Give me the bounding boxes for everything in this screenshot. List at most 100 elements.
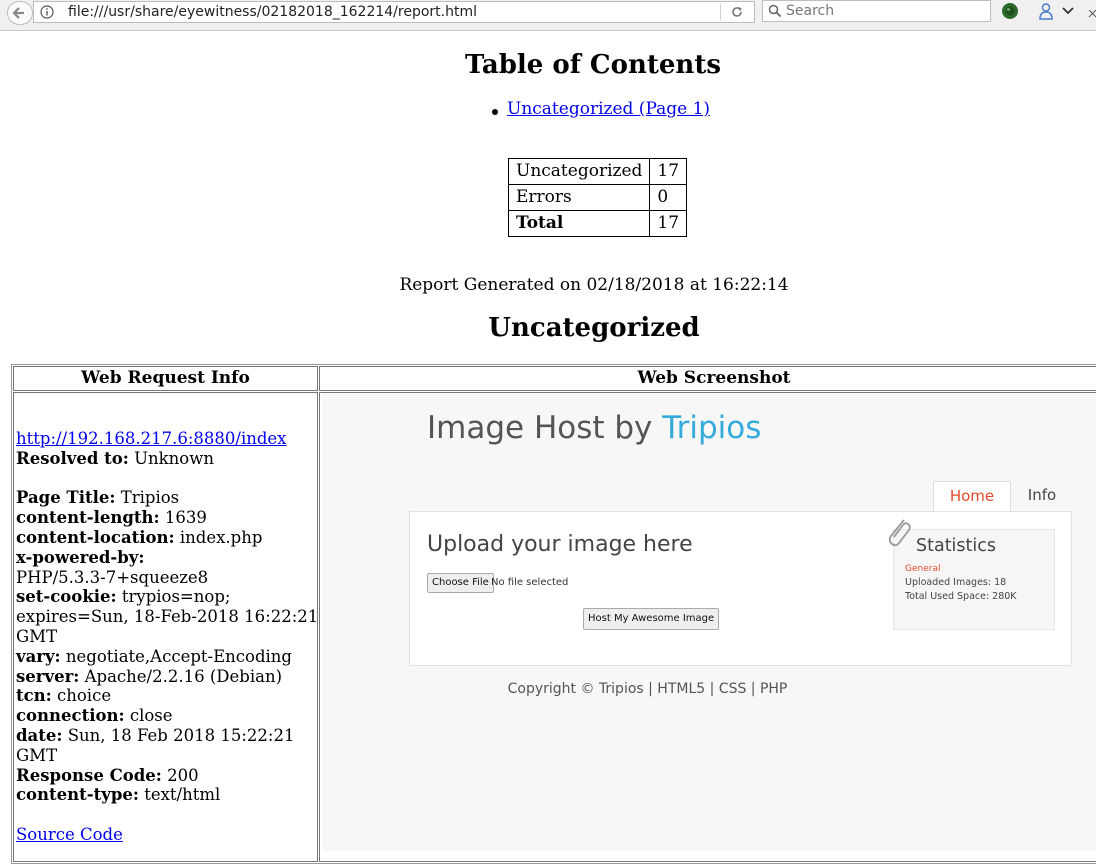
column-header-request-info: Web Request Info: [13, 366, 318, 391]
header-line: tcn: choice: [16, 686, 316, 706]
summary-row: Errors 0: [507, 184, 688, 211]
no-file-label: No file selected: [491, 577, 569, 588]
column-header-screenshot: Web Screenshot: [319, 366, 1096, 391]
header-value: 200: [161, 765, 199, 785]
statistics-uploaded: Uploaded Images: 18: [905, 577, 1007, 588]
search-bar[interactable]: Search: [762, 0, 991, 22]
header-line: x-powered-by:: [16, 548, 316, 568]
summary-row: Uncategorized 17: [507, 158, 688, 185]
header-value: 1639: [159, 508, 207, 528]
resize-grip-icon: [1088, 10, 1096, 18]
header-key: x-powered-by:: [16, 547, 145, 567]
statistics-general: General: [905, 564, 941, 574]
upload-panel: Upload your image here Choose File No fi…: [409, 511, 1072, 666]
header-key: content-location:: [16, 527, 175, 547]
header-value: GMT: [16, 626, 58, 646]
source-code-link[interactable]: Source Code: [16, 825, 123, 844]
summary-label: Uncategorized: [507, 158, 651, 185]
copyright-text: Copyright © Tripios | HTML5 | CSS | PHP: [507, 681, 788, 697]
choose-file-button: Choose File: [427, 573, 494, 593]
header-value: PHP/5.3.3-7+squeeze8: [16, 567, 209, 587]
header-line: Response Code: 200: [16, 766, 316, 786]
header-key: content-length:: [16, 508, 160, 528]
header-value: Tripios: [115, 488, 180, 508]
back-arrow-icon: [12, 7, 24, 19]
site-title-brand: Tripios: [662, 410, 762, 446]
header-line: expires=Sun, 18-Feb-2018 16:22:21: [16, 607, 319, 627]
header-line: content-location: index.php: [16, 528, 316, 548]
header-line: content-type: text/html: [16, 785, 316, 805]
target-url-link[interactable]: http://192.168.217.6:8880/index: [16, 429, 287, 448]
summary-value: 0: [649, 184, 688, 211]
header-value: index.php: [174, 527, 263, 547]
summary-label: Total: [507, 210, 651, 237]
search-icon: [768, 4, 782, 18]
tab-home: Home: [933, 481, 1011, 511]
header-value: text/html: [138, 785, 221, 805]
header-key: Resolved to:: [16, 448, 129, 468]
header-line: vary: negotiate,Accept-Encoding: [16, 647, 316, 667]
statistics-title: Statistics: [916, 536, 996, 556]
header-key: content-type:: [16, 785, 139, 805]
header-value: close: [124, 706, 173, 726]
section-heading: Uncategorized: [488, 313, 700, 343]
summary-table: Uncategorized 17 Errors 0 Total 17: [507, 158, 688, 237]
header-line: connection: close: [16, 706, 316, 726]
summary-value: 17: [649, 158, 688, 185]
header-value: choice: [51, 686, 112, 706]
report-generated-text: Report Generated on 02/18/2018 at 16:22:…: [399, 275, 789, 295]
header-key: set-cookie:: [16, 587, 117, 607]
header-line: GMT: [16, 746, 316, 766]
chevron-down-icon[interactable]: [1061, 4, 1075, 18]
tab-info: Info: [1027, 486, 1057, 504]
summary-row: Total 17: [507, 210, 688, 237]
header-key: connection:: [16, 706, 125, 726]
upload-heading: Upload your image here: [427, 532, 693, 557]
info-icon[interactable]: [40, 5, 54, 19]
header-line: Resolved to: Unknown: [16, 449, 316, 469]
statistics-box: Statistics General Uploaded Images: 18 T…: [893, 529, 1055, 630]
host-image-button: Host My Awesome Image: [583, 608, 720, 630]
toc-heading: Table of Contents: [465, 50, 721, 80]
paperclip-icon: [888, 519, 911, 547]
address-separator: [720, 4, 721, 20]
reload-icon[interactable]: [730, 5, 744, 19]
back-button[interactable]: [7, 1, 33, 25]
header-key: tcn:: [16, 686, 52, 706]
header-line: [16, 469, 316, 489]
header-value: Sun, 18 Feb 2018 15:22:21: [62, 725, 295, 745]
web-screenshot: Image Host by Tripios Home Info Upload y…: [322, 394, 1096, 851]
list-bullet: [492, 109, 498, 115]
header-value: negotiate,Accept-Encoding: [60, 646, 292, 666]
toc-link-uncategorized[interactable]: Uncategorized (Page 1): [507, 99, 710, 119]
header-line: server: Apache/2.2.16 (Debian): [16, 667, 316, 687]
user-icon[interactable]: [1037, 2, 1055, 20]
extension-icon[interactable]: [1001, 2, 1019, 20]
header-value: Apache/2.2.16 (Debian): [79, 666, 283, 686]
header-value: expires=Sun, 18-Feb-2018 16:22:21: [16, 607, 319, 627]
header-key: vary:: [16, 646, 61, 666]
header-key: Response Code:: [16, 765, 162, 785]
address-url: file:///usr/share/eyewitness/02182018_16…: [68, 4, 478, 20]
header-line: date: Sun, 18 Feb 2018 15:22:21: [16, 726, 316, 746]
address-bar[interactable]: file:///usr/share/eyewitness/02182018_16…: [33, 1, 755, 23]
header-value: Unknown: [128, 448, 214, 468]
header-line: PHP/5.3.3-7+squeeze8: [16, 568, 316, 588]
summary-label: Errors: [507, 184, 651, 211]
header-key: date:: [16, 725, 63, 745]
header-key: Page Title:: [16, 488, 116, 508]
request-info: http://192.168.217.6:8880/index Resolved…: [14, 429, 318, 845]
header-line: GMT: [16, 627, 316, 647]
header-line: content-length: 1639: [16, 508, 316, 528]
browser-toolbar: file:///usr/share/eyewitness/02182018_16…: [0, 0, 1096, 31]
header-key: server:: [16, 666, 80, 686]
site-title-text: Image Host by: [427, 410, 663, 446]
statistics-space: Total Used Space: 280K: [905, 591, 1017, 602]
header-line: Page Title: Tripios: [16, 488, 316, 508]
header-line: set-cookie: trypios=nop;: [16, 587, 316, 607]
summary-value: 17: [649, 210, 688, 237]
search-placeholder: Search: [786, 3, 835, 19]
header-value: GMT: [16, 745, 58, 765]
header-value: trypios=nop;: [116, 587, 231, 607]
site-title: Image Host by Tripios: [427, 410, 761, 446]
